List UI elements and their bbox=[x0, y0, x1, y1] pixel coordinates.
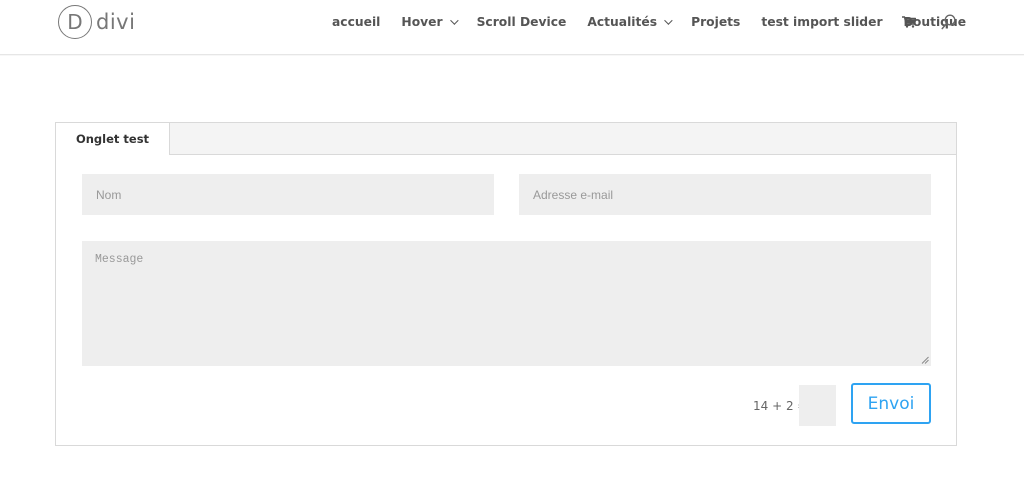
tab-onglet-test[interactable]: Onglet test bbox=[56, 123, 170, 155]
nav-label: Scroll Device bbox=[476, 15, 567, 29]
nav-label: accueil bbox=[332, 15, 381, 29]
site-logo[interactable]: D divi bbox=[58, 5, 135, 39]
email-input[interactable] bbox=[519, 174, 931, 215]
submit-button[interactable]: Envoi bbox=[851, 383, 931, 424]
name-input[interactable] bbox=[82, 174, 494, 215]
message-textarea[interactable] bbox=[82, 241, 931, 366]
nav-item-scroll-device[interactable]: Scroll Device bbox=[477, 15, 567, 29]
cart-icon[interactable] bbox=[902, 16, 916, 28]
tabs-module: Onglet test 14 + 2 = Envoi bbox=[55, 122, 957, 446]
nav-item-projets[interactable]: Projets bbox=[691, 15, 740, 29]
chevron-down-icon bbox=[449, 16, 459, 25]
resize-grip-icon[interactable] bbox=[921, 356, 929, 364]
nav-item-actualites[interactable]: Actualités bbox=[587, 15, 673, 29]
logo-mark: D bbox=[58, 5, 92, 39]
captcha-input[interactable] bbox=[799, 385, 836, 426]
nav-item-accueil[interactable]: accueil bbox=[332, 15, 380, 29]
tabs-bar: Onglet test bbox=[56, 123, 956, 155]
nav-label: test import slider bbox=[761, 15, 883, 29]
captcha-question: 14 + 2 = bbox=[753, 399, 808, 413]
main-nav: accueil Hover Scroll Device Actualités P… bbox=[332, 14, 966, 30]
nav-item-hover[interactable]: Hover bbox=[401, 15, 459, 29]
chevron-down-icon bbox=[664, 16, 673, 25]
nav-label: Actualités bbox=[587, 15, 658, 29]
nav-item-test-import-slider[interactable]: test import slider bbox=[761, 15, 882, 29]
nav-label: Hover bbox=[401, 15, 443, 29]
search-icon[interactable] bbox=[941, 14, 956, 30]
site-header: D divi accueil Hover Scroll Device Actua… bbox=[0, 0, 1024, 55]
nav-label: Projets bbox=[691, 15, 741, 29]
logo-word: divi bbox=[96, 9, 136, 34]
